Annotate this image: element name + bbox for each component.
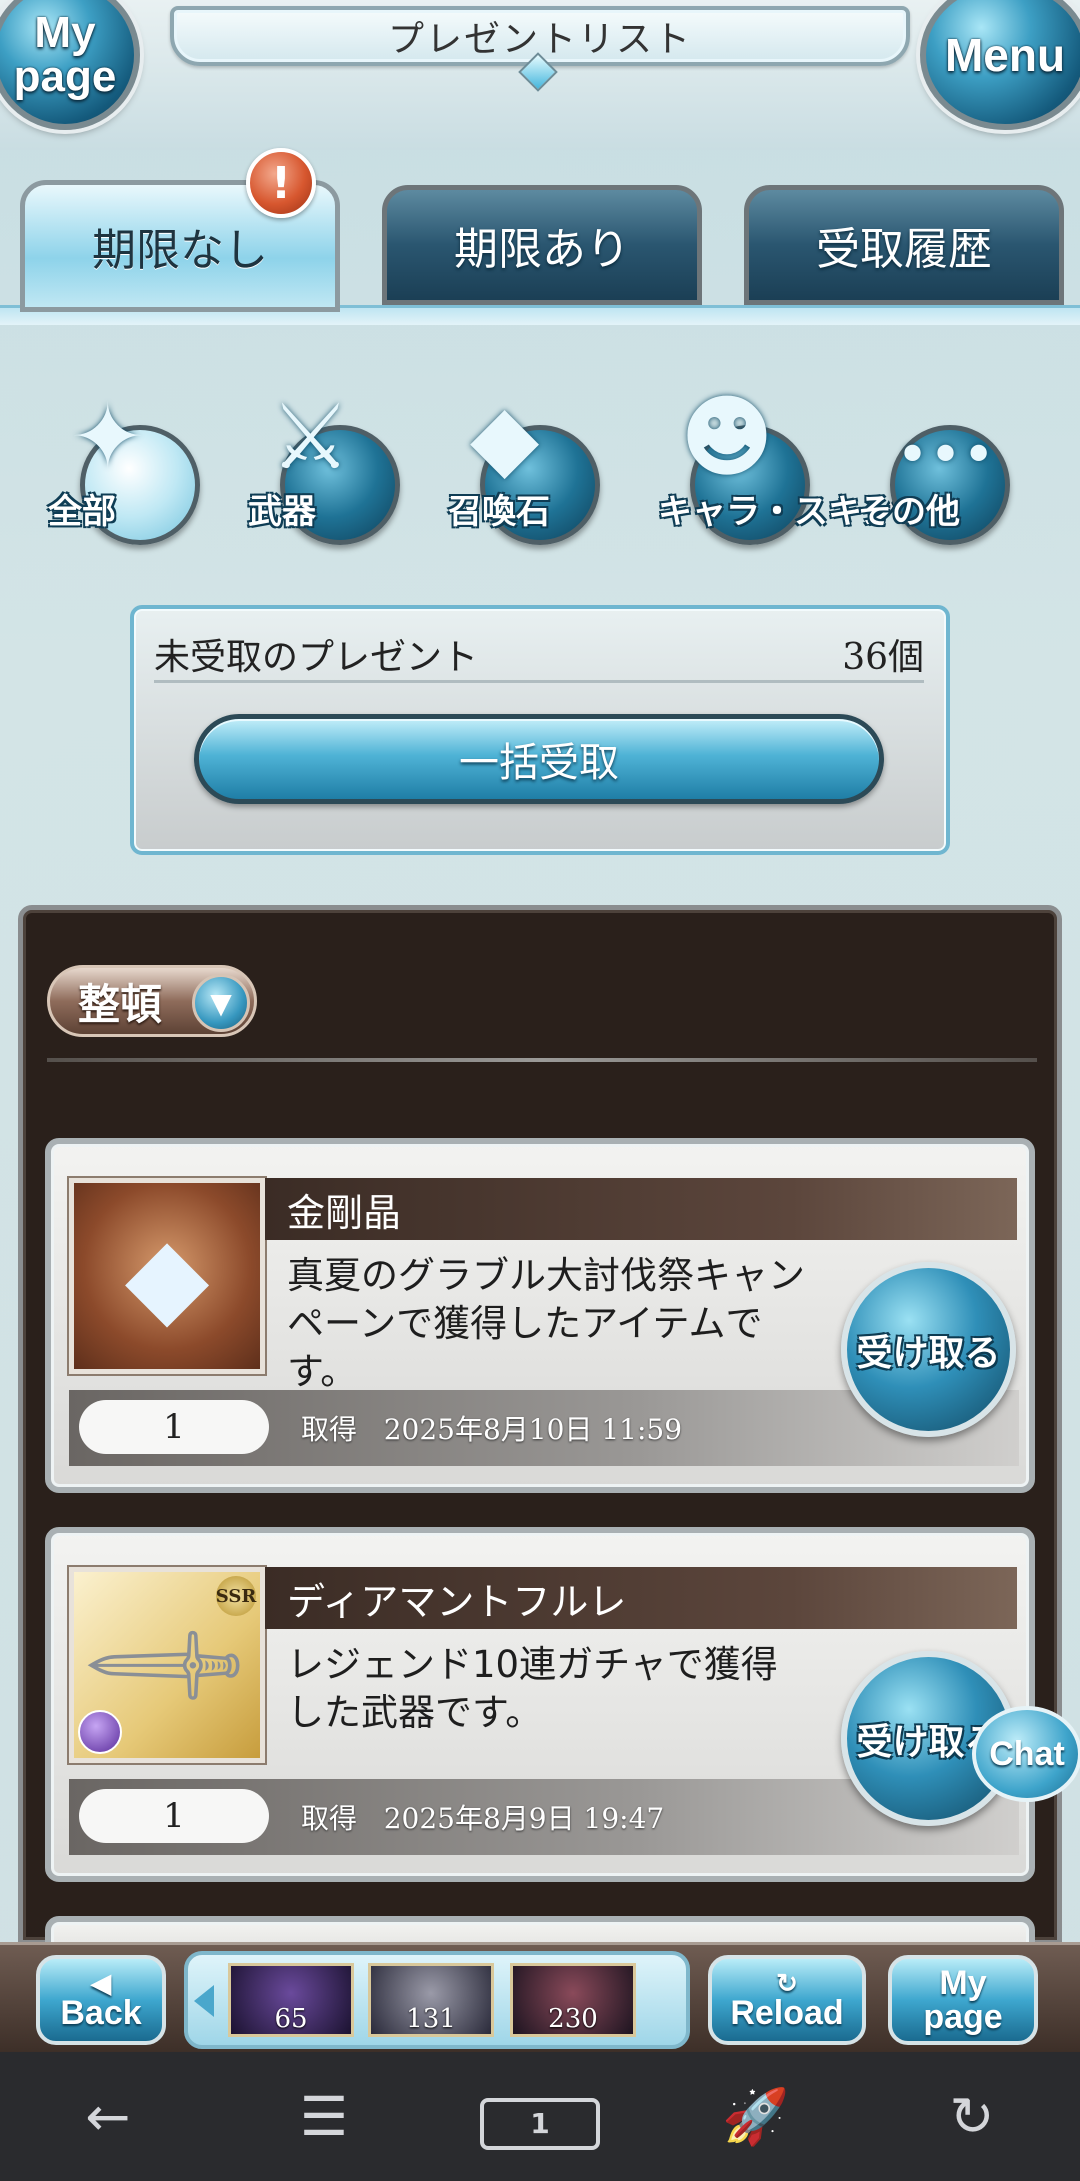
reload-button[interactable]: ↻ Reload (708, 1955, 866, 2045)
bottom-mypage-button[interactable]: My page (888, 1955, 1038, 2045)
more-icon: ••• (896, 423, 996, 488)
tabs-icon[interactable]: 1 (480, 2083, 600, 2150)
element-icon (78, 1710, 122, 1754)
menu-label: Menu (944, 29, 1066, 81)
category-weapon[interactable]: ⚔ 武器 (248, 385, 400, 545)
tab-label: 期限あり (454, 224, 630, 275)
category-label: その他 (858, 492, 960, 532)
tab-label: 受取履歴 (816, 224, 992, 275)
rocket-icon[interactable]: 🚀 (696, 2085, 816, 2149)
sort-button[interactable]: 整頓 ▼ (47, 965, 257, 1037)
mypage-label: My page (13, 8, 117, 101)
category-summon[interactable]: ◆ 召喚石 (448, 385, 600, 545)
present-name: ディアマントフルレ (265, 1567, 1017, 1629)
present-list-panel: 整頓 ▼ ◆ 金剛晶 真夏のグラブル大討伐祭キャンペーンで獲得したアイテムです。… (18, 905, 1062, 1976)
back-arrow-icon: ◀ (91, 1968, 111, 1998)
reload-icon: ↻ (776, 1968, 798, 1998)
crystal-item-icon: ◆ (69, 1178, 265, 1374)
tab-label: 期限なし (92, 225, 268, 276)
category-label: 武器 (248, 492, 316, 532)
tab-history[interactable]: 受取履歴 (744, 185, 1064, 305)
sort-label: 整頓 (78, 979, 163, 1029)
refresh-icon[interactable]: ↻ (912, 2085, 1032, 2148)
quest-thumbnail[interactable]: 131 (368, 1963, 494, 2037)
quest-thumbnail[interactable]: 65 (228, 1963, 354, 2037)
category-character[interactable]: ☻ キャラ・スキン (658, 385, 895, 545)
divider (47, 1058, 1037, 1062)
present-description: レジェンド10連ガチャで獲得した武器です。 (287, 1643, 778, 1734)
present-card: ◆ 金剛晶 真夏のグラブル大討伐祭キャンペーンで獲得したアイテムです。 1 取得… (45, 1138, 1035, 1493)
quest-quick-tray: 65 131 230 (184, 1951, 690, 2049)
ssr-badge: SSR (216, 1576, 256, 1616)
all-icon: ✦ (70, 385, 146, 490)
game-bottom-nav: ◀ Back 65 131 230 ↻ Reload My page (0, 1942, 1080, 2052)
menu-icon[interactable]: ☰ (264, 2085, 384, 2148)
present-description: 真夏のグラブル大討伐祭キャンペーンで獲得したアイテムです。 (287, 1254, 805, 1393)
tray-left-arrow-icon[interactable] (194, 1985, 214, 2017)
present-quantity: 1 (79, 1789, 269, 1843)
bulk-receive-button[interactable]: 一括受取 (194, 714, 884, 804)
quest-thumbnail[interactable]: 230 (510, 1963, 636, 2037)
sword-item-icon: 🗡 SSR (69, 1567, 265, 1763)
present-date: 取得 2025年8月10日 11:59 (301, 1413, 683, 1446)
chevron-down-icon: ▼ (192, 974, 250, 1032)
back-button[interactable]: ◀ Back (36, 1955, 166, 2045)
back-icon[interactable]: ← (48, 2085, 168, 2148)
present-date: 取得 2025年8月9日 19:47 (301, 1802, 665, 1835)
category-label: 全部 (48, 492, 116, 532)
character-icon: ☻ (680, 385, 774, 490)
unclaimed-count: 36個 (842, 636, 924, 678)
bulk-receive-label: 一括受取 (459, 740, 619, 786)
chat-button[interactable]: Chat (972, 1706, 1080, 1802)
tab-with-expiry[interactable]: 期限あり (382, 185, 702, 305)
receive-button[interactable]: 受け取る (841, 1262, 1016, 1437)
sword-icon: ⚔ (270, 385, 351, 490)
present-card: 🗡 SSR ディアマントフルレ レジェンド10連ガチャで獲得した武器です。 1 … (45, 1527, 1035, 1882)
unclaimed-summary: 未受取のプレゼント 36個 一括受取 (130, 605, 950, 855)
present-quantity: 1 (79, 1400, 269, 1454)
unclaimed-header: 未受取のプレゼント 36個 (154, 627, 924, 683)
crystal-icon: ◆ (470, 385, 540, 490)
present-name: 金剛晶 (265, 1178, 1017, 1240)
system-nav-bar: ← ☰ 1 🚀 ↻ (0, 2052, 1080, 2181)
alert-icon: ! (246, 148, 316, 218)
category-all[interactable]: ✦ 全部 (48, 385, 200, 545)
category-label: 召喚石 (448, 492, 550, 532)
unclaimed-label: 未受取のプレゼント (154, 636, 479, 678)
category-other[interactable]: ••• その他 (858, 395, 1010, 545)
